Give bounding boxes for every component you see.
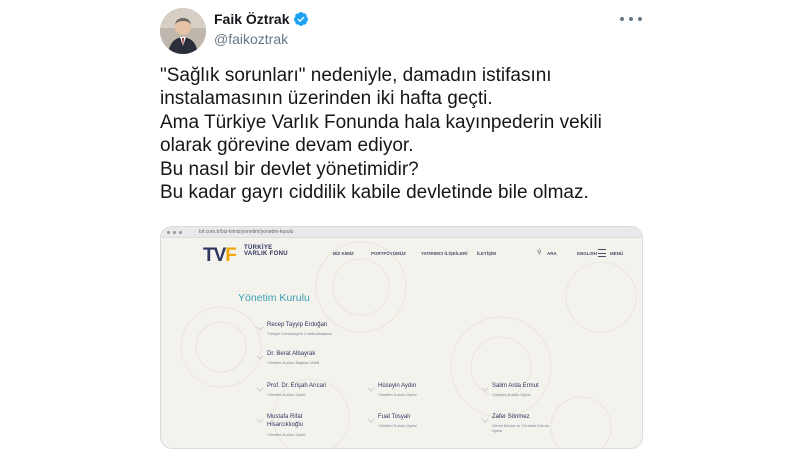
member-name: Hisarcıklıoğlu <box>267 422 304 428</box>
member-name: Fuat Tosyalı <box>378 414 411 420</box>
member-role: Yönetim Kurulu Üyesi <box>378 423 417 428</box>
logo-mark-tv: TV <box>203 245 226 266</box>
nav-item-biz-kimiz: BİZ KİMİZ <box>333 251 354 256</box>
member-name: Salim Arda Ermut <box>492 383 539 389</box>
member-role: Yönetim Kurulu Üyesi <box>378 392 417 397</box>
section-title: Yönetim Kurulu <box>238 292 310 304</box>
search-label: ARA <box>547 251 557 256</box>
avatar[interactable] <box>160 8 206 54</box>
tvf-logo: TVF <box>203 245 237 267</box>
member-role: Yönetim Kurulu Başkan Vekili <box>267 360 320 365</box>
author-name-text[interactable]: Faik Öztrak <box>214 11 289 27</box>
tweet: Faik Öztrak @faikoztrak "Sağlık sorunlar… <box>0 0 800 463</box>
tweet-line: instalamasının üzerinden iki hafta geçti… <box>160 88 493 110</box>
nav-item-yatirimci-iliskileri: YATIRIMCI İLİŞKİLERİ <box>421 251 468 256</box>
member-name: Dr. Berat Albayrak <box>267 351 316 357</box>
browser-url: tvf.com.tr/biz-kimiz/yonetim/yonetim-kur… <box>199 229 294 235</box>
member-role: Yönetim Kurulu Üyesi <box>492 392 531 397</box>
member-name: Recep Tayyip Erdoğan <box>267 322 328 328</box>
member-name: Zafer Sönmez <box>492 414 530 420</box>
member-name: Hüseyin Aydın <box>378 383 417 389</box>
avatar-image <box>160 8 206 54</box>
verified-badge-icon <box>294 12 309 26</box>
member-role: Yönetim Kurulu Üyesi <box>267 432 306 437</box>
logo-text: TÜRKİYE VARLIK FONU <box>244 245 288 257</box>
more-horizontal-icon <box>620 17 624 21</box>
more-options-button[interactable] <box>620 12 642 26</box>
search-icon: ⚲ <box>537 250 542 256</box>
tweet-line: olarak görevine devam ediyor. <box>160 135 414 157</box>
menu-label: MENÜ <box>610 251 624 256</box>
menu-icon <box>598 249 606 257</box>
logo-mark-f: F <box>225 245 237 266</box>
language-link: ENGLISH <box>577 251 598 256</box>
tweet-line: Bu kadar gayrı ciddilik kabile devletind… <box>160 182 589 204</box>
member-role: Türkiye Cumhuriyeti Cumhurbaşkanı <box>267 331 332 336</box>
member-name: Prof. Dr. Erişah Arıcan <box>267 383 327 389</box>
browser-address-bar: tvf.com.tr/biz-kimiz/yonetim/yonetim-kur… <box>161 227 642 238</box>
tweet-text: "Sağlık sorunları" nedeniyle, damadın is… <box>160 64 640 204</box>
tweet-media-image[interactable]: tvf.com.tr/biz-kimiz/yonetim/yonetim-kur… <box>160 226 643 449</box>
nav-item-iletisim: İLETİŞİM <box>477 251 496 256</box>
more-horizontal-icon <box>638 17 642 21</box>
nav-item-portfoyumuz: PORTFÖYÜMÜZ <box>371 251 406 256</box>
tweet-line: "Sağlık sorunları" nedeniyle, damadın is… <box>160 65 552 86</box>
more-horizontal-icon <box>629 17 633 21</box>
author-name[interactable]: Faik Öztrak <box>214 11 309 27</box>
member-name: Mustafa Rifat <box>267 414 303 420</box>
browser-nav-icons <box>161 230 195 234</box>
logo-line: VARLIK FONU <box>244 251 288 257</box>
member-role: Üyesi <box>492 428 503 433</box>
author-handle[interactable]: @faikoztrak <box>214 31 288 47</box>
tweet-line: Ama Türkiye Varlık Fonunda hala kayınped… <box>160 111 602 133</box>
tweet-line: Bu nasıl bir devlet yönetimidir? <box>160 158 419 180</box>
member-role: Yönetim Kurulu Üyesi <box>267 392 306 397</box>
